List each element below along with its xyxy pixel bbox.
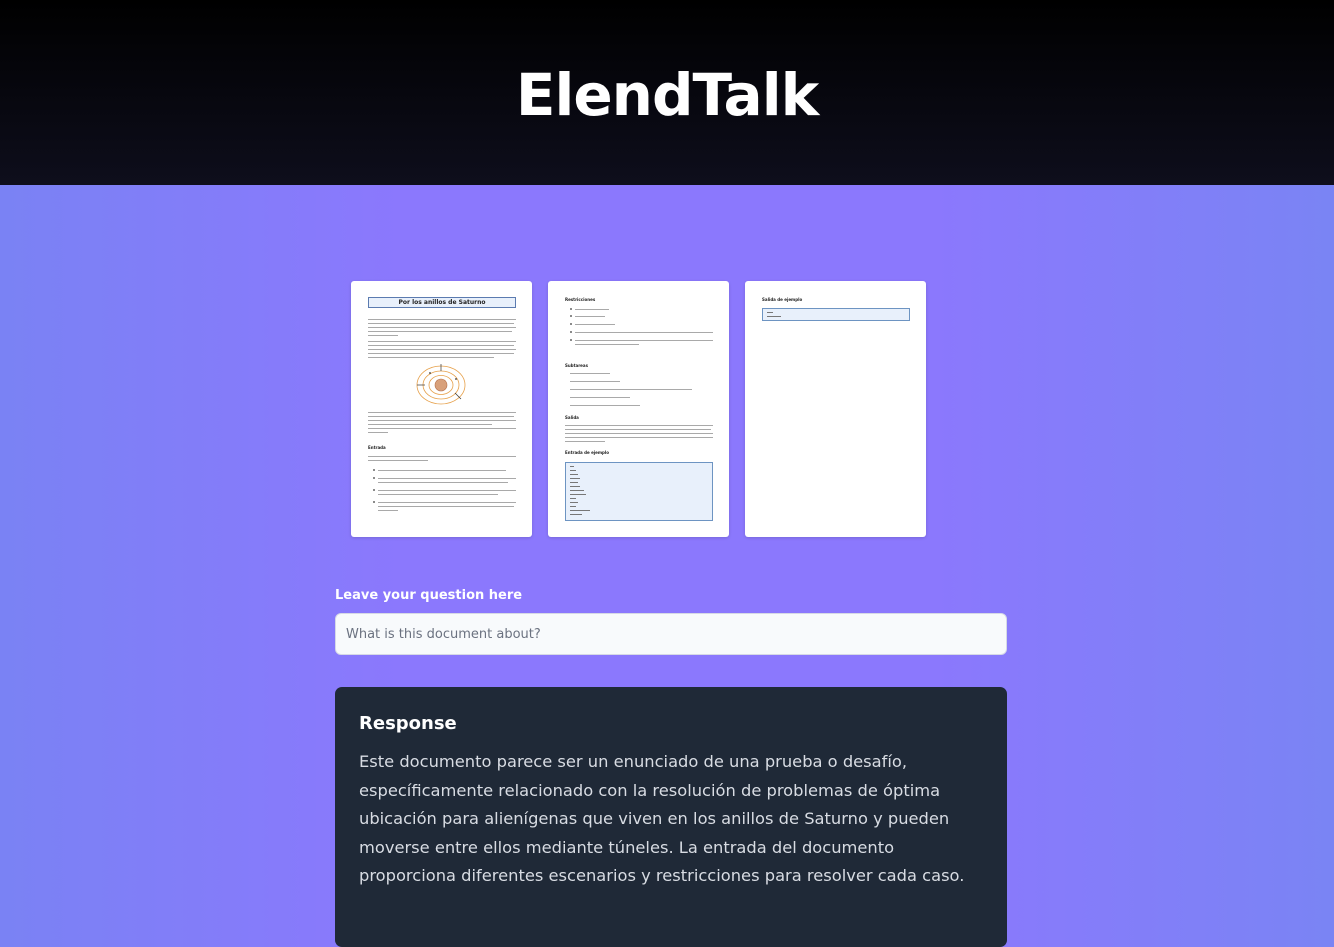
saturn-rings-diagram [416,364,466,405]
page-2-example-input-box [565,462,713,521]
page-2-output-heading: Salida [565,415,579,420]
page-3-example-output-box [762,308,910,321]
page-1-title: Por los anillos de Saturno [368,297,516,308]
app-header: ElendTalk [0,0,1334,185]
question-input[interactable] [335,613,1007,655]
response-title: Response [359,713,457,734]
page-1-section-heading: Entrada [368,445,386,450]
response-text: Este documento parece ser un enunciado d… [359,752,965,885]
document-page-previews: Por los anillos de Saturno Entrada Restr… [351,281,926,537]
page-2-restrictions-heading: Restricciones [565,297,596,302]
document-page-3[interactable]: Salida de ejemplo [745,281,926,537]
brand-title: ElendTalk [515,60,819,129]
document-page-1[interactable]: Por los anillos de Saturno Entrada [351,281,532,537]
document-page-2[interactable]: Restricciones Subtareas Salida Entrada d… [548,281,729,537]
page-2-subtasks-heading: Subtareas [565,363,588,368]
page-3-example-output-heading: Salida de ejemplo [762,297,803,302]
page-2-example-input-heading: Entrada de ejemplo [565,450,610,455]
question-label: Leave your question here [335,588,523,603]
response-panel: Response Este documento parece ser un en… [335,687,1007,947]
